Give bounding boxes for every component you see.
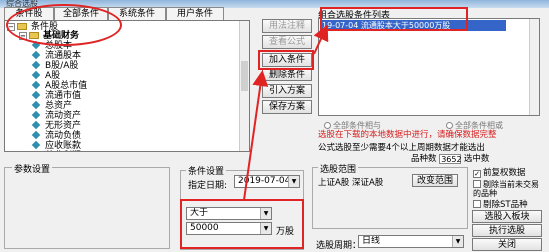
tree-item-label: 流动资产	[45, 111, 82, 121]
annotation-add-condition-box	[258, 50, 314, 70]
scope-label: 选股范围	[318, 162, 359, 175]
tree-item[interactable]: A股	[31, 70, 61, 81]
diamond-icon	[31, 90, 41, 100]
tree-item[interactable]: 总资产	[31, 100, 73, 111]
select-into-sector-button[interactable]: 选股入板块	[472, 210, 542, 223]
diamond-icon	[31, 120, 41, 130]
save-scheme-button[interactable]: 保存方案	[262, 100, 312, 114]
tree-item-label: 总资产	[45, 101, 73, 111]
stock-count: 品种数 3652 选中数	[411, 154, 490, 164]
execute-selection-button[interactable]: 执行选股	[472, 224, 542, 237]
tree-item-label: 营业利润	[45, 151, 81, 152]
tree-item-label: 应收账款	[45, 141, 82, 151]
usage-notes-button[interactable]: 用法注释	[262, 19, 312, 33]
tree-item[interactable]: 应收账款	[31, 140, 82, 151]
scope-markets: 上证A股 深证A股	[318, 178, 384, 188]
tree-item[interactable]: 流动资产	[31, 110, 82, 121]
annotation-list-box	[320, 7, 468, 31]
tree-item-label: 流通股本	[45, 51, 82, 61]
diamond-icon	[31, 150, 41, 151]
import-scheme-button[interactable]: 引入方案	[262, 84, 312, 98]
annotation-condition-box	[180, 199, 304, 249]
tree-item-label: 流通市值	[45, 91, 82, 101]
tree-item-label: 无形资产	[45, 121, 82, 131]
diamond-icon	[31, 50, 41, 60]
date-field[interactable]: 2019-07-04 ▼	[234, 175, 300, 188]
condition-list[interactable]: 19-07-04 流通股本大于50000万股	[318, 18, 540, 116]
tab-user-conditions[interactable]: 用户条件	[166, 7, 224, 21]
annotation-ellipse	[6, 4, 122, 46]
exclude-st-checkbox[interactable]: 剔除ST品种	[473, 198, 528, 210]
scrollbar-thumb[interactable]	[241, 61, 248, 91]
tree-item-label: B股/A股	[45, 61, 79, 71]
condition-setting-label: 条件设置	[186, 164, 227, 177]
diamond-icon	[31, 100, 41, 110]
chevron-down-icon[interactable]: ▼	[288, 176, 299, 187]
diamond-icon	[31, 110, 41, 120]
params-group	[4, 167, 170, 249]
tree-item[interactable]: 营业利润	[31, 150, 81, 152]
change-scope-button[interactable]: 改变范围	[412, 174, 458, 187]
params-label: 参数设置	[12, 162, 53, 175]
selected-count-label: 选中数	[463, 154, 490, 164]
tree-item-label: A股总市值	[45, 81, 88, 91]
diamond-icon	[31, 80, 41, 90]
close-button[interactable]: 关闭	[472, 238, 542, 251]
diamond-icon	[31, 60, 41, 70]
diamond-icon	[31, 140, 41, 150]
stock-count-value: 3652	[439, 154, 462, 164]
period-label: 选股周期：	[316, 241, 362, 251]
exclude-untraded-checkbox[interactable]: 剔除当前未交易的品种	[473, 180, 545, 198]
tree-item[interactable]: 流通股本	[31, 50, 82, 61]
tree-item[interactable]: B股/A股	[31, 60, 79, 71]
tree-item[interactable]: A股总市值	[31, 80, 88, 91]
tree-item-label: A股	[45, 71, 61, 81]
diamond-icon	[31, 70, 41, 80]
diamond-icon	[31, 130, 41, 140]
tree-scrollbar[interactable]	[239, 21, 249, 151]
date-label: 指定日期:	[188, 181, 228, 191]
forward-adjust-checkbox[interactable]: ✓ 前复权数据	[473, 166, 526, 178]
tree-item-label: 流动负债	[45, 131, 82, 141]
view-formula-button[interactable]: 查看公式	[262, 35, 312, 49]
period-select[interactable]: 日线 ▼	[358, 235, 464, 248]
data-warning-text: 选股在下载的本地数据中进行，请确保数据完整	[318, 130, 497, 140]
tree-item[interactable]: 流动负债	[31, 130, 82, 141]
tree-item[interactable]: 流通市值	[31, 90, 82, 101]
chevron-down-icon[interactable]: ▼	[452, 236, 463, 247]
list-scrollbar[interactable]	[529, 19, 539, 115]
tree-item[interactable]: 无形资产	[31, 120, 82, 131]
